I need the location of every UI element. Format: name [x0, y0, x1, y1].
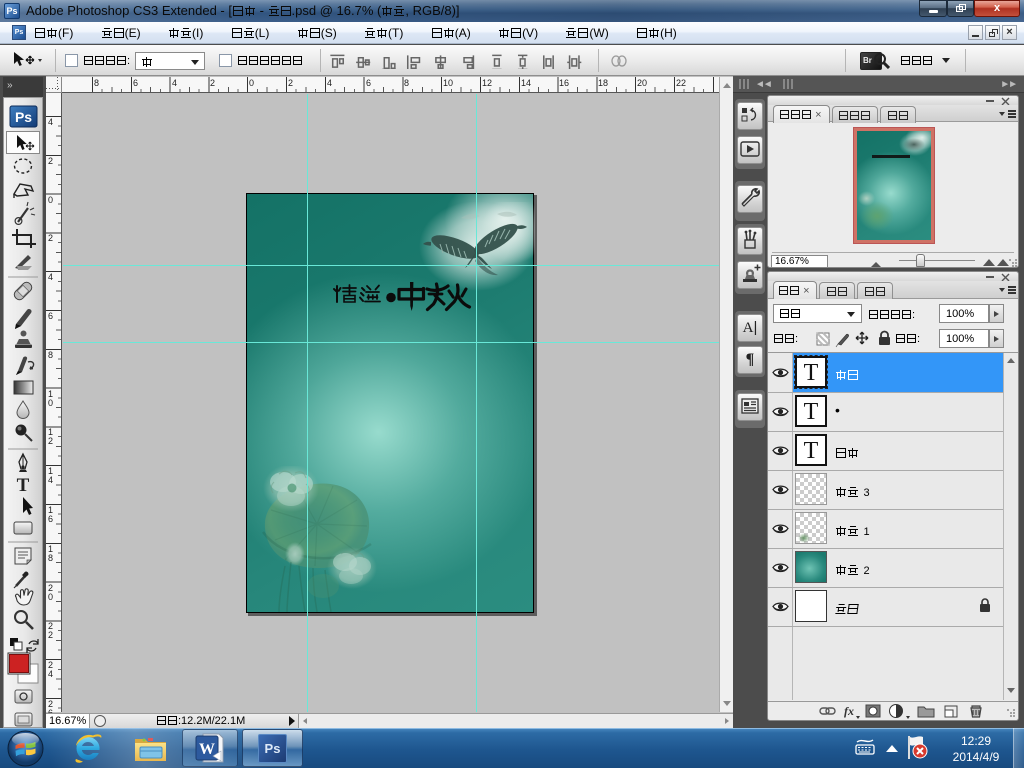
svg-text:fx: fx: [844, 704, 854, 718]
svg-text:W: W: [199, 741, 215, 758]
svg-text:T: T: [17, 475, 30, 496]
svg-text:Ps: Ps: [15, 109, 32, 125]
